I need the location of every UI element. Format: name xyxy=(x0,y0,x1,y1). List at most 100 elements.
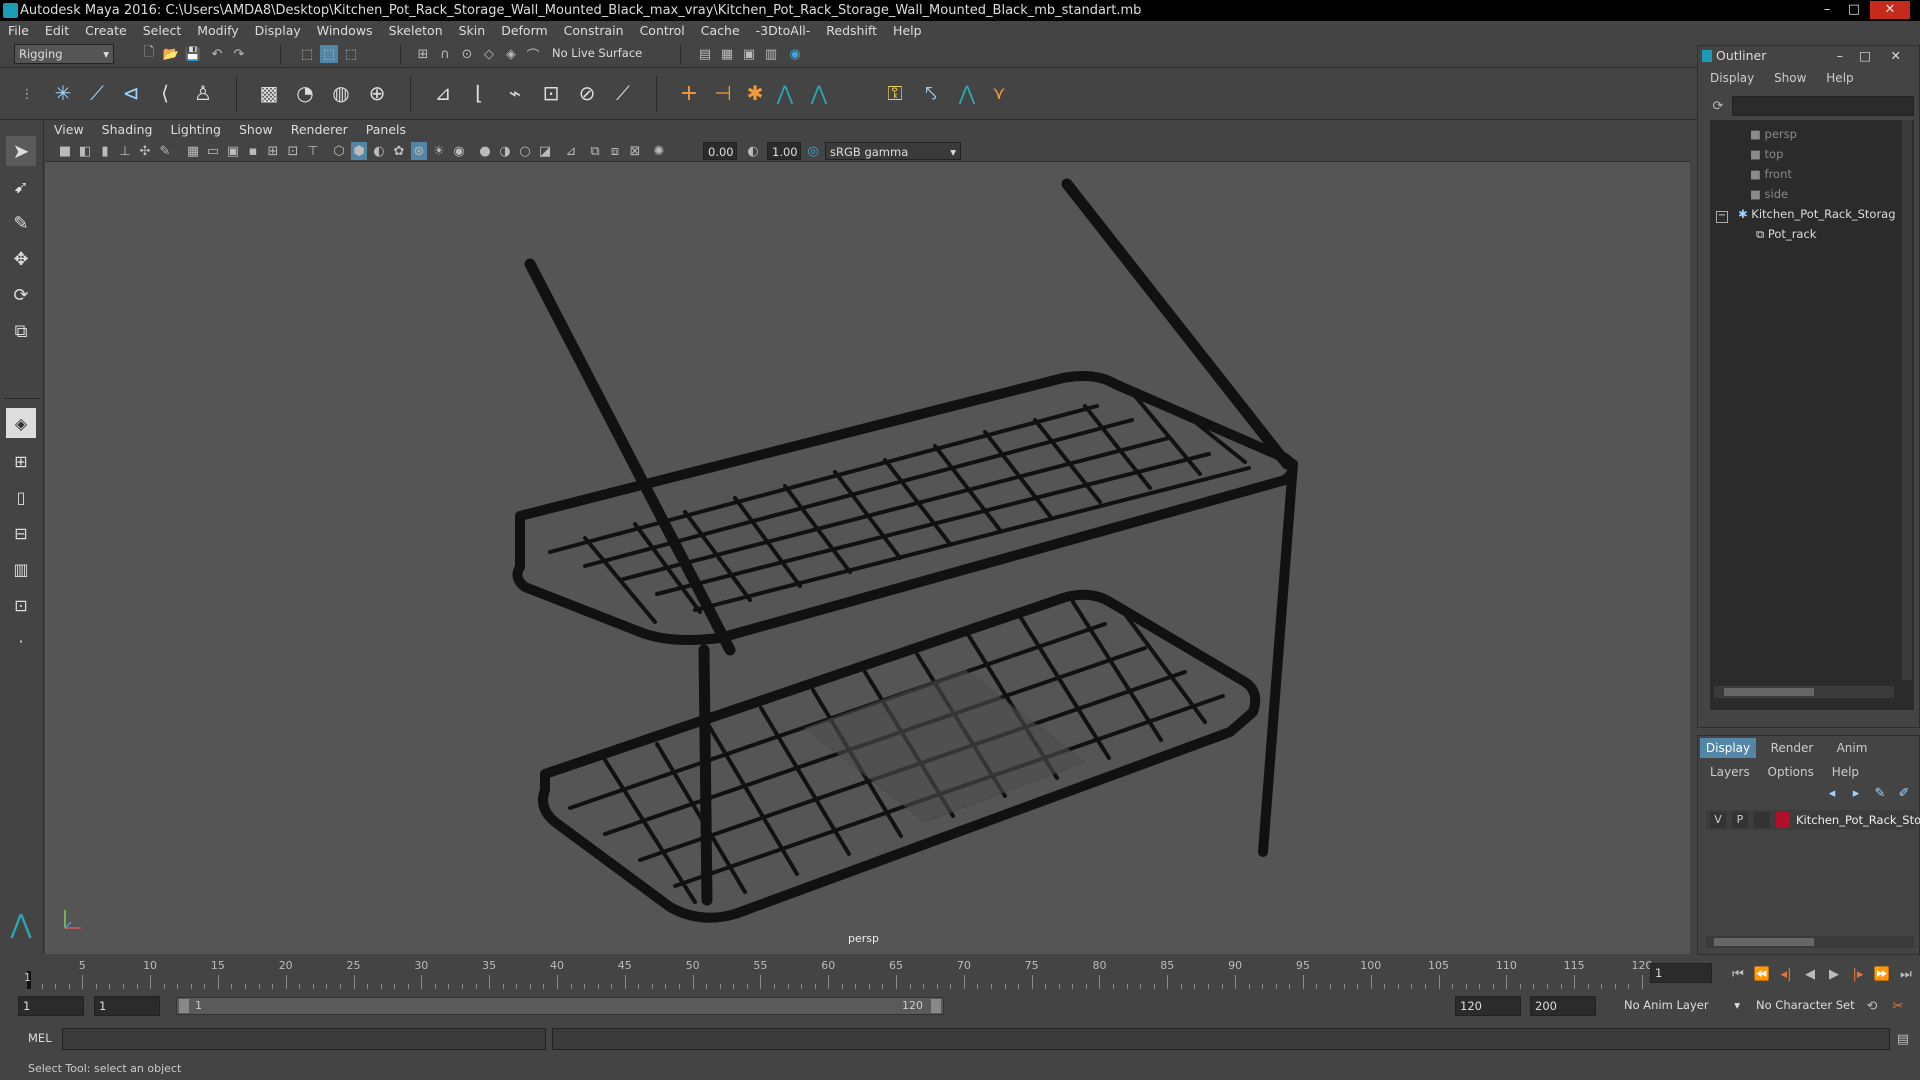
anim-prefs-icon[interactable]: ✂ xyxy=(1888,997,1908,1015)
four-view-icon[interactable]: ⊞ xyxy=(6,446,36,476)
orient-joint-icon[interactable]: ⟨ xyxy=(152,80,178,106)
time-ruler[interactable]: 5 10 15 20 25 30 35 40 45 50 55 60 65 70 75 80 85 90 95 100… xyxy=(28,957,1653,989)
field-chart-icon[interactable]: ⊞ xyxy=(265,142,281,160)
outliner-maximize-icon[interactable]: □ xyxy=(1859,46,1871,66)
range-end-handle[interactable] xyxy=(931,999,941,1013)
joint-tool-icon[interactable]: ✳ xyxy=(50,80,76,106)
colorspace-dropdown[interactable]: sRGB gamma ▾ xyxy=(825,142,961,160)
snap-point-icon[interactable]: ⊙ xyxy=(458,45,476,63)
exposure-icon[interactable]: ✺ xyxy=(651,142,667,160)
outliner-hscrollbar[interactable] xyxy=(1714,686,1894,698)
menu-help[interactable]: Help xyxy=(885,21,930,41)
current-frame-field[interactable]: 1 xyxy=(1650,963,1712,983)
move-layer-down-icon[interactable]: ▸ xyxy=(1846,784,1866,802)
parent-constraint-icon[interactable]: ⋀ xyxy=(772,80,798,106)
step-forward-key-icon[interactable]: ⏩ xyxy=(1872,965,1892,983)
outliner-item-top[interactable]: ■ top xyxy=(1750,144,1783,164)
humanik-icon[interactable]: ♙ xyxy=(190,80,216,106)
anim-layer-dropdown[interactable]: No Anim Layer ▾ xyxy=(1620,996,1740,1016)
grease-pencil-icon[interactable]: ✎ xyxy=(157,142,173,160)
viewport-menu-shading[interactable]: Shading xyxy=(93,120,162,140)
gate-mask-icon[interactable]: ▪ xyxy=(245,142,261,160)
paint-weights-icon[interactable]: ⌁ xyxy=(502,80,528,106)
play-backwards-icon[interactable]: ◀ xyxy=(1800,965,1820,983)
go-to-end-icon[interactable]: ⏭ xyxy=(1896,965,1916,983)
live-surface-label[interactable]: No Live Surface xyxy=(552,46,642,60)
bind-skin-icon[interactable]: ⊿ xyxy=(430,80,456,106)
menu-deform[interactable]: Deform xyxy=(493,21,555,41)
menu-windows[interactable]: Windows xyxy=(309,21,381,41)
menu-skin[interactable]: Skin xyxy=(451,21,494,41)
minimize-button[interactable]: – xyxy=(1816,1,1838,19)
select-camera-icon[interactable]: ■ xyxy=(57,142,73,160)
snap-curve-icon[interactable]: ∩ xyxy=(436,45,454,63)
ik-handle-icon[interactable]: ⟋ xyxy=(84,80,110,106)
range-bar[interactable]: 1 120 xyxy=(176,997,944,1015)
layer-playback-toggle[interactable]: P xyxy=(1732,812,1748,828)
viewport-menu-panels[interactable]: Panels xyxy=(357,120,415,140)
save-scene-icon[interactable]: 💾 xyxy=(184,45,202,63)
pole-vector-icon[interactable]: ⋀ xyxy=(806,80,832,106)
orient-constraint-icon[interactable]: ✱ xyxy=(742,80,768,106)
character-set-dropdown[interactable]: No Character Set xyxy=(1752,996,1862,1016)
smooth-bind-icon[interactable]: ⌊ xyxy=(466,80,492,106)
bookmark-icon[interactable]: ▮ xyxy=(97,142,113,160)
range-start-handle[interactable] xyxy=(179,999,189,1013)
snap-view-plane-icon[interactable]: ◇ xyxy=(480,45,498,63)
lattice-icon[interactable]: ▩ xyxy=(256,80,282,106)
ik-spline-icon[interactable]: ⊲ xyxy=(118,80,144,106)
undo-icon[interactable]: ↶ xyxy=(208,45,226,63)
shadows-icon[interactable]: ☀ xyxy=(431,142,447,160)
use-all-lights-icon[interactable]: ⊛ xyxy=(411,142,427,160)
blend-shape-icon[interactable]: ⤣ xyxy=(918,80,944,106)
set-driven-key-icon[interactable]: ⚿ xyxy=(882,80,908,106)
snap-live-icon[interactable]: ◈ xyxy=(502,45,520,63)
mirror-weights-icon[interactable]: ⊡ xyxy=(538,80,564,106)
maximize-button[interactable]: □ xyxy=(1843,1,1865,19)
step-back-frame-icon[interactable]: ◂| xyxy=(1776,965,1796,983)
new-scene-icon[interactable]: 🗋 xyxy=(140,45,158,63)
menu-file[interactable]: File xyxy=(0,21,37,41)
select-tool-icon[interactable]: ➤ xyxy=(6,136,36,166)
menu-select[interactable]: Select xyxy=(135,21,190,41)
render-view-icon[interactable]: ▤ xyxy=(696,45,714,63)
viewport-menu-show[interactable]: Show xyxy=(230,120,282,140)
menu-control[interactable]: Control xyxy=(632,21,693,41)
safe-title-icon[interactable]: ⊤ xyxy=(305,142,321,160)
select-object-icon[interactable]: ⬚ xyxy=(320,45,338,63)
menu-edit[interactable]: Edit xyxy=(37,21,77,41)
tab-anim[interactable]: Anim xyxy=(1824,738,1880,758)
step-forward-frame-icon[interactable]: |▸ xyxy=(1848,965,1868,983)
safe-action-icon[interactable]: ⊡ xyxy=(285,142,301,160)
cluster-icon[interactable]: ◔ xyxy=(292,80,318,106)
wrap-icon[interactable]: ◍ xyxy=(328,80,354,106)
copy-weights-icon[interactable]: ⊘ xyxy=(574,80,600,106)
outliner-menu-show[interactable]: Show xyxy=(1774,71,1822,85)
layer-type-toggle[interactable] xyxy=(1754,812,1770,828)
script-editor-icon[interactable]: ▤ xyxy=(1894,1030,1912,1048)
paint-select-icon[interactable]: ✎ xyxy=(6,208,36,238)
outliner-search-input[interactable] xyxy=(1732,96,1914,116)
outliner-minimize-icon[interactable]: – xyxy=(1837,46,1843,66)
range-end-field[interactable]: 200 xyxy=(1530,996,1596,1016)
gamma-icon[interactable]: ◐ xyxy=(745,142,761,160)
outliner-menu-help[interactable]: Help xyxy=(1826,71,1853,85)
layer-visibility-toggle[interactable]: V xyxy=(1710,812,1726,828)
xray-icon[interactable]: ◪ xyxy=(537,142,553,160)
command-input[interactable] xyxy=(62,1028,546,1050)
outliner-vscrollbar[interactable] xyxy=(1902,120,1912,680)
outliner-item-persp[interactable]: ■ persp xyxy=(1750,124,1797,144)
layers-menu-help[interactable]: Help xyxy=(1832,765,1859,779)
point-constraint-icon[interactable]: + xyxy=(676,80,702,106)
menu-cache[interactable]: Cache xyxy=(693,21,748,41)
image-plane-icon[interactable]: ⊥ xyxy=(117,142,133,160)
xray-components-icon[interactable]: ⧈ xyxy=(607,142,623,160)
menu-skeleton[interactable]: Skeleton xyxy=(381,21,451,41)
viewport-menu-renderer[interactable]: Renderer xyxy=(282,120,357,140)
single-view-icon[interactable]: ◈ xyxy=(6,408,36,438)
hypershade-layout-icon[interactable]: ⊡ xyxy=(6,590,36,620)
close-button[interactable]: ✕ xyxy=(1870,1,1910,19)
smooth-shade-icon[interactable]: ⬢ xyxy=(351,142,367,160)
select-component-icon[interactable]: ⬚ xyxy=(342,45,360,63)
ipr-render-icon[interactable]: ▣ xyxy=(740,45,758,63)
